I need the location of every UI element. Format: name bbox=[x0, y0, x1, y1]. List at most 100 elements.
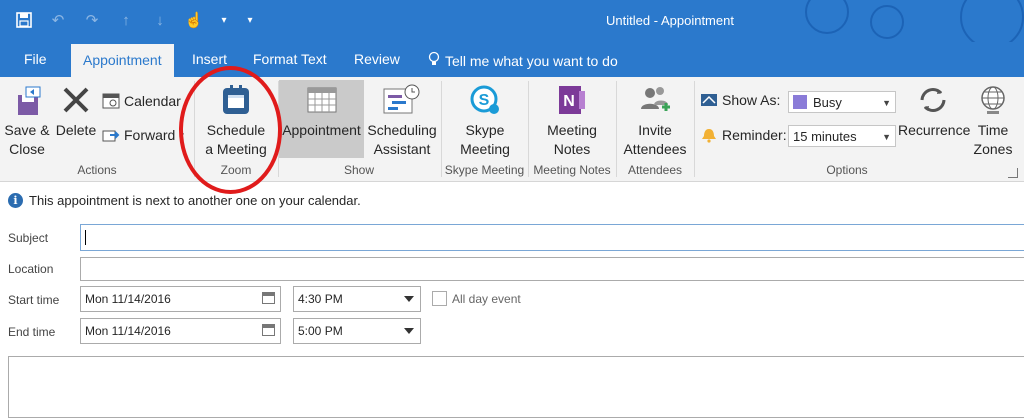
invite-attendees-icon bbox=[641, 87, 670, 111]
invite-label-2: Attendees bbox=[623, 141, 687, 157]
invite-attendees-button[interactable]: Invite Attendees bbox=[620, 83, 690, 159]
group-label-actions: Actions bbox=[77, 163, 117, 177]
tell-me-box[interactable]: Tell me what you want to do bbox=[428, 51, 618, 70]
globe-icon bbox=[981, 86, 1005, 114]
end-time-select[interactable]: 5:00 PM bbox=[293, 318, 421, 344]
all-day-checkbox[interactable] bbox=[432, 291, 447, 306]
save-close-label-2: Close bbox=[9, 141, 45, 157]
reminder-label: Reminder: bbox=[722, 127, 787, 143]
busy-swatch bbox=[793, 95, 807, 109]
delete-button[interactable]: Delete bbox=[54, 83, 98, 140]
end-time-value: 5:00 PM bbox=[298, 324, 343, 338]
skype-icon: S bbox=[470, 85, 499, 114]
reminder-select[interactable]: 15 minutes ▼ bbox=[788, 125, 896, 147]
skype-label-1: Skype bbox=[465, 122, 505, 138]
subject-input[interactable] bbox=[80, 224, 1024, 251]
title-bar: ↶ ↷ ↑ ↓ ☝ ▾ ▾ Untitled - Appointment bbox=[0, 0, 1024, 42]
ribbon-tabs: File Appointment Insert Format Text Revi… bbox=[0, 42, 1024, 77]
show-as-label: Show As: bbox=[722, 92, 781, 108]
save-close-icon bbox=[18, 86, 41, 115]
group-label-show: Show bbox=[343, 163, 375, 177]
scheduling-label-2: Assistant bbox=[373, 141, 431, 157]
time-zones-label-1: Time bbox=[977, 122, 1009, 138]
end-date-input[interactable]: Mon 11/14/2016 bbox=[80, 318, 281, 344]
delete-label: Delete bbox=[55, 122, 97, 138]
group-label-attendees: Attendees bbox=[627, 163, 683, 177]
bell-icon bbox=[702, 129, 716, 143]
appointment-body-editor[interactable] bbox=[8, 356, 1024, 418]
background-swirl bbox=[960, 0, 1024, 42]
invite-label-1: Invite bbox=[638, 122, 672, 138]
forward-label: Forward bbox=[124, 127, 176, 143]
start-time-value: 4:30 PM bbox=[298, 292, 343, 306]
tab-file[interactable]: File bbox=[24, 51, 47, 67]
scheduling-label-1: Scheduling bbox=[367, 122, 437, 138]
start-date-value: Mon 11/14/2016 bbox=[85, 292, 171, 306]
reminder-label-group: Reminder: bbox=[700, 127, 787, 143]
lightbulb-icon bbox=[428, 51, 440, 70]
tab-appointment[interactable]: Appointment bbox=[71, 44, 174, 77]
time-zones-button[interactable]: Time Zones bbox=[970, 83, 1016, 159]
tell-me-text: Tell me what you want to do bbox=[445, 52, 618, 69]
forward-button[interactable]: Forward ▾ bbox=[102, 127, 184, 143]
svg-text:N: N bbox=[563, 93, 575, 110]
start-time-label: Start time bbox=[8, 293, 60, 307]
time-zones-label-2: Zones bbox=[973, 141, 1013, 157]
chevron-down-icon bbox=[404, 296, 414, 302]
group-label-options: Options bbox=[826, 163, 868, 177]
calendar-picker-icon[interactable] bbox=[262, 292, 275, 304]
appointment-view-label: Appointment bbox=[282, 122, 361, 138]
info-message: This appointment is next to another one … bbox=[29, 193, 361, 208]
show-as-value: Busy bbox=[813, 94, 842, 110]
end-time-label: End time bbox=[8, 325, 56, 339]
group-label-notes: Meeting Notes bbox=[533, 163, 611, 177]
chevron-down-icon bbox=[404, 328, 414, 334]
ribbon: Save & Close Delete Calendar Forward ▾ A… bbox=[0, 77, 1024, 182]
recurrence-button[interactable]: Recurrence bbox=[898, 83, 971, 140]
skype-meeting-button[interactable]: S Skype Meeting bbox=[446, 83, 524, 159]
chevron-down-icon: ▼ bbox=[882, 132, 891, 142]
info-bar: i This appointment is next to another on… bbox=[8, 193, 361, 208]
notes-label-2: Notes bbox=[553, 141, 591, 157]
reminder-value: 15 minutes bbox=[793, 128, 857, 144]
start-date-input[interactable]: Mon 11/14/2016 bbox=[80, 286, 281, 312]
recurrence-icon bbox=[920, 88, 946, 112]
show-as-icon bbox=[701, 94, 717, 106]
background-swirl bbox=[870, 5, 904, 39]
calendar-label: Calendar bbox=[124, 93, 181, 109]
calendar-picker-icon[interactable] bbox=[262, 324, 275, 336]
forward-icon bbox=[102, 130, 120, 142]
tab-format-text[interactable]: Format Text bbox=[253, 51, 327, 67]
dialog-launcher-icon[interactable] bbox=[1008, 168, 1018, 178]
delete-icon bbox=[63, 87, 89, 113]
chevron-down-icon: ▼ bbox=[882, 98, 891, 108]
svg-text:S: S bbox=[479, 92, 490, 109]
highlight-annotation-circle bbox=[179, 66, 282, 194]
notes-label-1: Meeting bbox=[547, 122, 597, 138]
tab-insert[interactable]: Insert bbox=[192, 51, 227, 67]
location-input[interactable] bbox=[80, 257, 1024, 281]
background-swirl bbox=[805, 0, 849, 34]
group-label-skype: Skype Meeting bbox=[444, 163, 525, 177]
info-icon: i bbox=[8, 193, 23, 208]
scheduling-assistant-button[interactable]: Scheduling Assistant bbox=[366, 83, 438, 159]
end-date-value: Mon 11/14/2016 bbox=[85, 324, 171, 338]
save-close-label-1: Save & bbox=[4, 122, 50, 138]
subject-label: Subject bbox=[8, 231, 49, 245]
skype-label-2: Meeting bbox=[460, 141, 510, 157]
appointment-view-button[interactable]: Appointment bbox=[279, 80, 364, 158]
show-as-label-group: Show As: bbox=[700, 92, 780, 108]
show-as-select[interactable]: Busy ▼ bbox=[788, 91, 896, 113]
tab-review[interactable]: Review bbox=[354, 51, 400, 67]
start-time-select[interactable]: 4:30 PM bbox=[293, 286, 421, 312]
location-label: Location bbox=[8, 262, 54, 276]
calendar-button[interactable]: Calendar bbox=[102, 92, 181, 110]
save-close-button[interactable]: Save & Close bbox=[2, 83, 52, 159]
calendar-icon bbox=[102, 93, 120, 109]
meeting-notes-button[interactable]: N Meeting Notes bbox=[536, 83, 608, 159]
recurrence-label: Recurrence bbox=[898, 122, 971, 138]
text-caret bbox=[85, 230, 86, 245]
scheduling-assistant-icon bbox=[383, 84, 420, 114]
all-day-label: All day event bbox=[452, 292, 521, 306]
appointment-grid-icon bbox=[307, 87, 336, 113]
